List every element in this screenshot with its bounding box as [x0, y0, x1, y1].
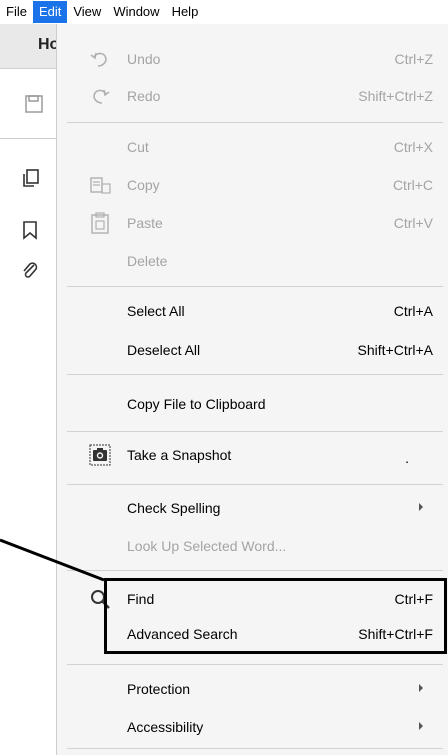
highlight-box	[104, 578, 447, 654]
